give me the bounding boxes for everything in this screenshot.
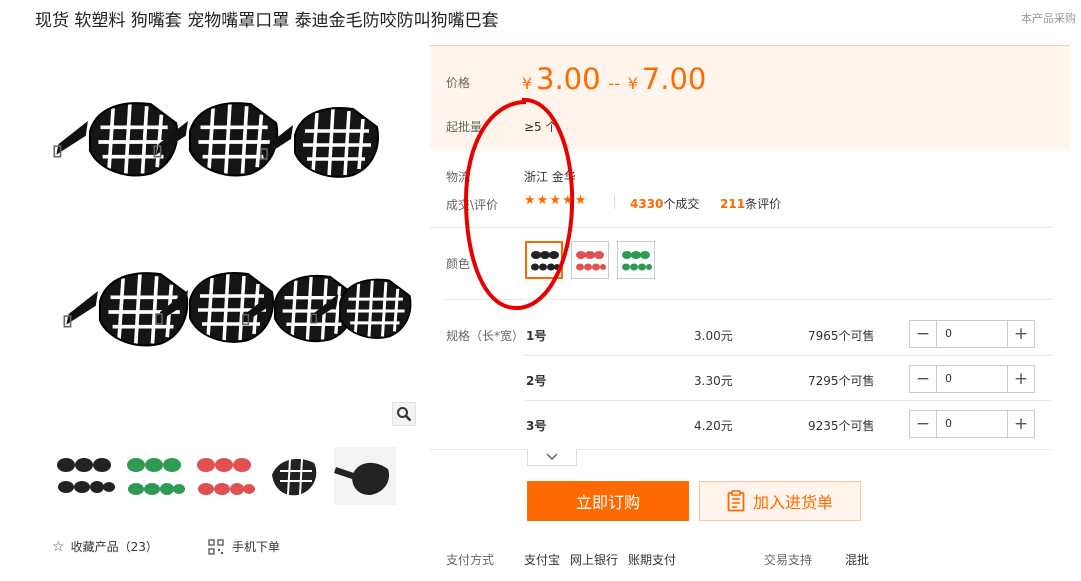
- spec-row-price: 3.00元: [694, 329, 733, 343]
- mobile-order[interactable]: 手机下单: [208, 538, 280, 555]
- row-divider: [524, 400, 1052, 401]
- trade-support-label: 交易支持: [764, 553, 813, 567]
- quantity-input[interactable]: 0: [936, 411, 1008, 437]
- payment-alipay: 支付宝: [524, 553, 561, 567]
- thumbnail-green-set[interactable]: [124, 447, 186, 505]
- add-to-cart-button[interactable]: 加入进货单: [699, 481, 861, 521]
- price-separator: --: [608, 74, 620, 93]
- payment-netbank: 网上银行: [570, 553, 619, 567]
- deal-count[interactable]: 4330个成交: [630, 195, 699, 212]
- row-divider: [524, 355, 1052, 356]
- price-label: 价格: [446, 76, 471, 90]
- payment-label: 支付方式: [446, 553, 495, 567]
- star-outline-icon: ☆: [52, 538, 65, 555]
- spec-label: 规格（长*宽）: [446, 329, 525, 343]
- spec-row-name: 2号: [526, 374, 547, 388]
- deals-divider: [614, 195, 615, 209]
- thumbnail-black-set[interactable]: [54, 447, 116, 505]
- quantity-stepper: − 0 +: [909, 320, 1035, 348]
- spec-row-stock: 9235个可售: [808, 419, 875, 433]
- review-count-suffix: 条评价: [745, 197, 782, 211]
- qr-code-icon: [208, 538, 224, 555]
- spec-row-price: 3.30元: [694, 374, 733, 388]
- deal-count-number: 4330: [630, 197, 664, 211]
- quantity-stepper: − 0 +: [909, 365, 1035, 393]
- product-title: 现货 软塑料 狗嘴套 宠物嘴罩口罩 泰迪金毛防咬防叫狗嘴巴套: [35, 11, 499, 31]
- quantity-input[interactable]: 0: [936, 366, 1008, 392]
- thumbnail-red-set[interactable]: [194, 447, 256, 505]
- expand-specs-button[interactable]: [527, 449, 577, 466]
- thumbnail-black-side[interactable]: [334, 447, 396, 505]
- trade-support-value: 混批: [845, 553, 870, 567]
- currency-symbol: ¥: [522, 74, 533, 93]
- minus-button[interactable]: −: [910, 366, 936, 392]
- plus-button[interactable]: +: [1008, 366, 1034, 392]
- magnifier-icon: [397, 407, 412, 422]
- zoom-button[interactable]: [392, 402, 416, 426]
- review-count[interactable]: 211条评价: [720, 195, 781, 212]
- annotation-circle: [463, 97, 575, 311]
- spec-row-stock: 7965个可售: [808, 329, 875, 343]
- clipboard-icon: [727, 490, 745, 512]
- mobile-label: 手机下单: [232, 540, 281, 554]
- minus-button[interactable]: −: [910, 321, 936, 347]
- payment-credit: 账期支付: [628, 553, 677, 567]
- main-product-image[interactable]: [40, 45, 415, 440]
- deal-count-suffix: 个成交: [663, 197, 700, 211]
- spec-row-name: 1号: [526, 329, 547, 343]
- review-count-number: 211: [720, 197, 746, 211]
- price-max: 7.00: [641, 62, 707, 96]
- add-to-cart-label: 加入进货单: [752, 493, 833, 512]
- minus-button[interactable]: −: [910, 411, 936, 437]
- price-min: 3.00: [536, 62, 601, 96]
- chevron-down-icon: [546, 453, 558, 461]
- plus-button[interactable]: +: [1008, 321, 1034, 347]
- plus-button[interactable]: +: [1008, 411, 1034, 437]
- price-range: ¥ 3.00 -- ¥ 7.00: [522, 62, 706, 96]
- color-swatch-green[interactable]: [617, 241, 655, 279]
- spec-row-stock: 7295个可售: [808, 374, 875, 388]
- currency-symbol: ¥: [627, 74, 638, 93]
- spec-row-name: 3号: [526, 419, 547, 433]
- favorite-product[interactable]: ☆ 收藏产品（23）: [52, 538, 158, 555]
- quantity-input[interactable]: 0: [936, 321, 1008, 347]
- section-divider: [430, 449, 1052, 450]
- procure-note[interactable]: 本产品采购: [1021, 10, 1076, 26]
- quantity-stepper: − 0 +: [909, 410, 1035, 438]
- buy-now-button[interactable]: 立即订购: [527, 481, 689, 521]
- favorite-label: 收藏产品（23）: [70, 540, 158, 554]
- spec-row-price: 4.20元: [694, 419, 733, 433]
- thumbnail-black-single[interactable]: [264, 447, 326, 505]
